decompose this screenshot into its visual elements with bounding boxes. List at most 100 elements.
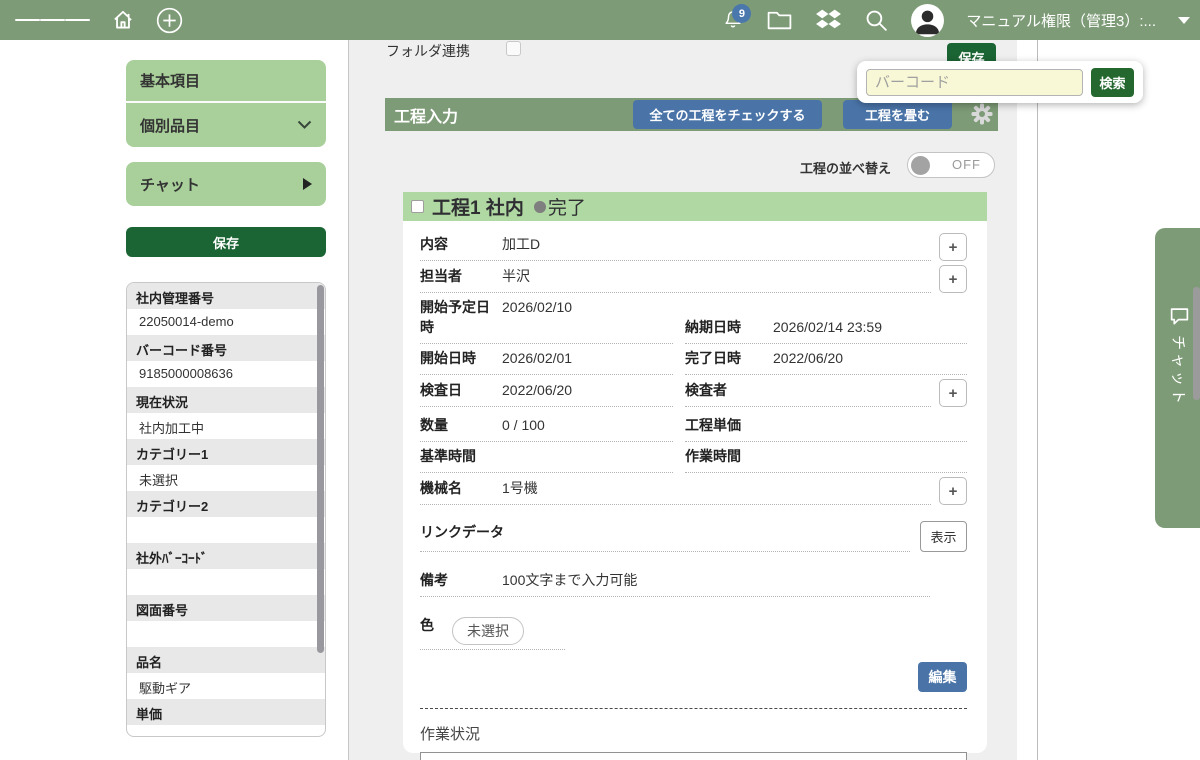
info-value	[127, 569, 325, 595]
field-value[interactable]: 加工D	[502, 234, 540, 254]
barcode-input[interactable]	[866, 69, 1083, 96]
field-value[interactable]: 2022/06/20	[502, 382, 572, 398]
field-row-pair: 基準時間 作業時間	[420, 446, 967, 473]
plus-icon: +	[949, 483, 958, 500]
info-value: 未選択	[127, 465, 325, 491]
app-window: 9 マニュアル権限（管理3）:... 基本項目 個別品目	[0, 0, 1200, 760]
dropbox-icon[interactable]	[815, 8, 842, 32]
right-divider	[1037, 40, 1038, 760]
field-label: 完了日時	[685, 348, 773, 368]
sidebar-save-label: 保存	[213, 233, 239, 252]
process-select-checkbox[interactable]	[411, 200, 424, 213]
add-option-button[interactable]: +	[939, 233, 967, 261]
field-label: 担当者	[420, 266, 502, 286]
info-label: カテゴリー1	[127, 439, 325, 465]
show-label: 表示	[930, 527, 956, 546]
collapse-processes-button[interactable]: 工程を畳む	[843, 100, 952, 129]
process-input-title: 工程入力	[385, 103, 458, 127]
chevron-down-icon	[297, 120, 312, 130]
add-icon[interactable]	[156, 7, 183, 34]
plus-icon: +	[949, 271, 958, 288]
add-option-button[interactable]: +	[939, 379, 967, 407]
edit-button[interactable]: 編集	[918, 662, 967, 692]
field-label: 内容	[420, 234, 502, 254]
link-data-row: リンクデータ 表示	[420, 521, 967, 552]
sort-toggle-switch[interactable]: OFF	[907, 152, 995, 178]
field-label: 工程単価	[685, 415, 773, 435]
barcode-popup: 検索	[857, 61, 1143, 103]
field-label: 検査日	[420, 380, 502, 400]
sidebar-save-button[interactable]: 保存	[126, 227, 326, 257]
info-value: 22050014-demo	[127, 309, 325, 335]
info-label: バーコード番号	[127, 335, 325, 361]
hamburger-menu-icon[interactable]	[15, 14, 90, 26]
sidebar-menu-group: 基本項目 個別品目	[126, 60, 326, 147]
field-value[interactable]: 2026/02/01	[502, 350, 572, 366]
field-value[interactable]: 0 / 100	[502, 417, 545, 433]
home-icon[interactable]	[110, 7, 136, 33]
info-value	[127, 621, 325, 647]
account-menu-label[interactable]: マニュアル権限（管理3）:...	[966, 10, 1156, 31]
field-value[interactable]: 1号機	[502, 478, 538, 498]
plus-icon: +	[949, 385, 958, 402]
field-row-pair: 開始予定日時2026/02/10 納期日時2026/02/14 23:59	[420, 297, 967, 344]
user-avatar[interactable]	[911, 4, 944, 37]
folder-icon[interactable]	[766, 9, 793, 31]
item-info-panel: 社内管理番号 22050014-demo バーコード番号 91850000086…	[126, 282, 326, 737]
field-label: 色	[420, 615, 434, 635]
field-label: 数量	[420, 415, 502, 435]
barcode-search-button[interactable]: 検索	[1091, 68, 1134, 97]
info-value: 9185000008636	[127, 361, 325, 387]
plus-icon: +	[949, 239, 958, 256]
field-label: リンクデータ	[420, 522, 504, 542]
work-status-input[interactable]	[420, 752, 967, 760]
work-status-label: 作業状況	[420, 723, 967, 744]
sidebar-item-basic[interactable]: 基本項目	[126, 60, 326, 101]
field-label: 基準時間	[420, 446, 502, 466]
field-label: 開始予定日時	[420, 297, 502, 337]
info-label: 図面番号	[127, 595, 325, 621]
show-link-data-button[interactable]: 表示	[920, 521, 967, 552]
field-value[interactable]: 100文字まで入力可能	[502, 570, 637, 590]
process-title: 工程1 社内	[432, 193, 524, 220]
color-select-pill[interactable]: 未選択	[452, 617, 524, 645]
field-row: 担当者半沢 +	[420, 265, 967, 293]
chat-bubble-icon	[1169, 306, 1190, 327]
field-label: 検査者	[685, 380, 773, 400]
process-card: 工程1 社内 完了 内容加工D + 担当者半沢 + 開始予定日時2026/02/…	[403, 192, 987, 753]
toggle-state: OFF	[952, 157, 981, 172]
toggle-knob	[911, 156, 930, 175]
field-row-pair: 検査日2022/06/20 検査者 +	[420, 379, 967, 407]
check-all-label: 全ての工程をチェックする	[649, 105, 805, 124]
settings-gear-icon[interactable]	[971, 103, 993, 125]
sidebar-chat-button[interactable]: チャット	[126, 162, 326, 206]
info-value: 駆動ギア	[127, 673, 325, 699]
field-value[interactable]: 半沢	[502, 266, 530, 286]
field-value[interactable]: 2022/06/20	[773, 350, 843, 366]
field-value[interactable]: 2026/02/10	[502, 299, 572, 315]
remarks-row: 備考100文字まで入力可能	[420, 570, 967, 597]
top-bar: 9 マニュアル権限（管理3）:...	[0, 0, 1200, 40]
search-icon[interactable]	[864, 8, 889, 33]
sidebar-item-individual[interactable]: 個別品目	[126, 103, 326, 147]
field-value[interactable]: 2026/02/14 23:59	[773, 319, 882, 335]
notification-bell-icon[interactable]: 9	[722, 8, 744, 32]
add-option-button[interactable]: +	[939, 265, 967, 293]
folder-link-checkbox[interactable]	[506, 41, 521, 56]
info-panel-scrollbar[interactable]	[317, 285, 324, 653]
sidebar-item-basic-label: 基本項目	[140, 70, 200, 91]
info-label: 現在状況	[127, 387, 325, 413]
info-label: 社内管理番号	[127, 283, 325, 309]
edit-label: 編集	[929, 667, 957, 687]
process-status: 完了	[548, 193, 586, 220]
check-all-processes-button[interactable]: 全ての工程をチェックする	[633, 100, 822, 129]
add-option-button[interactable]: +	[939, 477, 967, 505]
collapse-label: 工程を畳む	[865, 105, 930, 124]
field-row-pair: 数量0 / 100 工程単価	[420, 415, 967, 442]
account-caret-down-icon[interactable]	[1178, 17, 1190, 24]
triangle-right-icon	[303, 178, 312, 190]
field-row-pair: 開始日時2026/02/01 完了日時2022/06/20	[420, 348, 967, 375]
info-value	[127, 725, 325, 737]
info-label: 品名	[127, 647, 325, 673]
page-scrollbar-thumb[interactable]	[1193, 287, 1200, 400]
